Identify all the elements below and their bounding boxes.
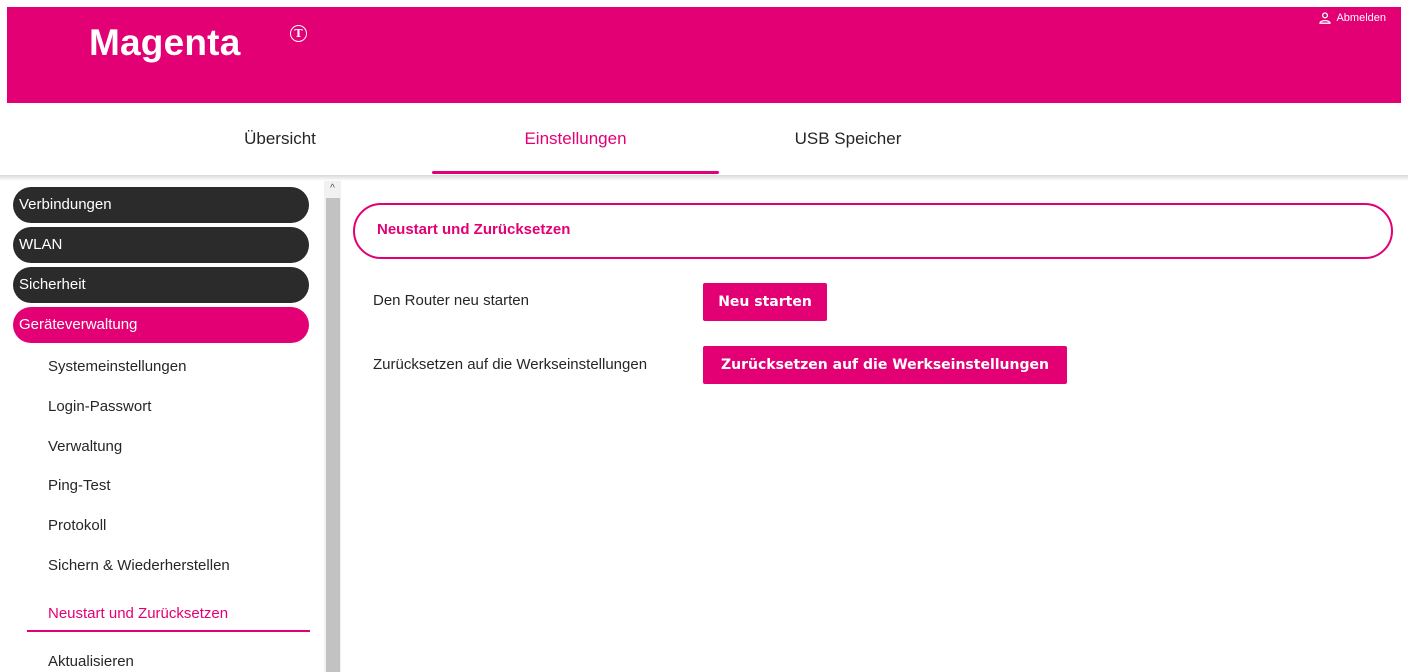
scroll-up-icon[interactable]: ^: [324, 181, 341, 197]
tab-uebersicht[interactable]: Übersicht: [180, 103, 380, 175]
scrollbar-thumb[interactable]: [326, 198, 340, 672]
sidebar-item-ping-test[interactable]: Ping-Test: [48, 477, 111, 494]
sidebar-item-neustart-zuruecksetzen[interactable]: Neustart und Zurücksetzen: [48, 605, 228, 622]
sidebar-category-sicherheit[interactable]: Sicherheit: [13, 267, 309, 303]
tab-einstellungen[interactable]: Einstellungen: [432, 103, 719, 175]
sidebar-category-wlan[interactable]: WLAN: [13, 227, 309, 263]
restart-button[interactable]: Neu starten: [703, 283, 827, 321]
section-title: Neustart und Zurücksetzen: [377, 221, 571, 238]
sidebar-item-aktualisieren[interactable]: Aktualisieren: [48, 653, 134, 670]
sidebar-item-login-passwort[interactable]: Login-Passwort: [48, 398, 151, 415]
sidebar-scrollbar[interactable]: ^: [324, 181, 341, 672]
logout-label: Abmelden: [1336, 12, 1386, 24]
main-tabs: Übersicht Einstellungen USB Speicher: [0, 103, 1408, 175]
sidebar-item-sichern-wiederherstellen[interactable]: Sichern & Wiederherstellen: [48, 557, 230, 574]
active-item-indicator: [27, 630, 310, 632]
restart-label: Den Router neu starten: [373, 292, 529, 309]
sidebar: Verbindungen WLAN Sicherheit Geräteverwa…: [0, 181, 340, 672]
user-icon: [1319, 12, 1332, 24]
telekom-t-icon: T: [290, 25, 307, 42]
logout-button[interactable]: Abmelden: [1319, 12, 1386, 24]
header-bar: Magenta T Abmelden: [7, 7, 1401, 103]
sidebar-item-systemeinstellungen[interactable]: Systemeinstellungen: [48, 358, 186, 375]
tab-usb-speicher[interactable]: USB Speicher: [760, 103, 936, 175]
factory-reset-button[interactable]: Zurücksetzen auf die Werkseinstellungen: [703, 346, 1067, 384]
factory-reset-label: Zurücksetzen auf die Werkseinstellungen: [373, 356, 648, 373]
sidebar-category-verbindungen[interactable]: Verbindungen: [13, 187, 309, 223]
active-tab-indicator: [432, 171, 719, 174]
sidebar-item-protokoll[interactable]: Protokoll: [48, 517, 106, 534]
sidebar-item-verwaltung[interactable]: Verwaltung: [48, 438, 122, 455]
sidebar-category-geraeteverwaltung[interactable]: Geräteverwaltung: [13, 307, 309, 343]
section-header: Neustart und Zurücksetzen: [353, 203, 1393, 259]
brand-logo: Magenta: [89, 22, 241, 63]
